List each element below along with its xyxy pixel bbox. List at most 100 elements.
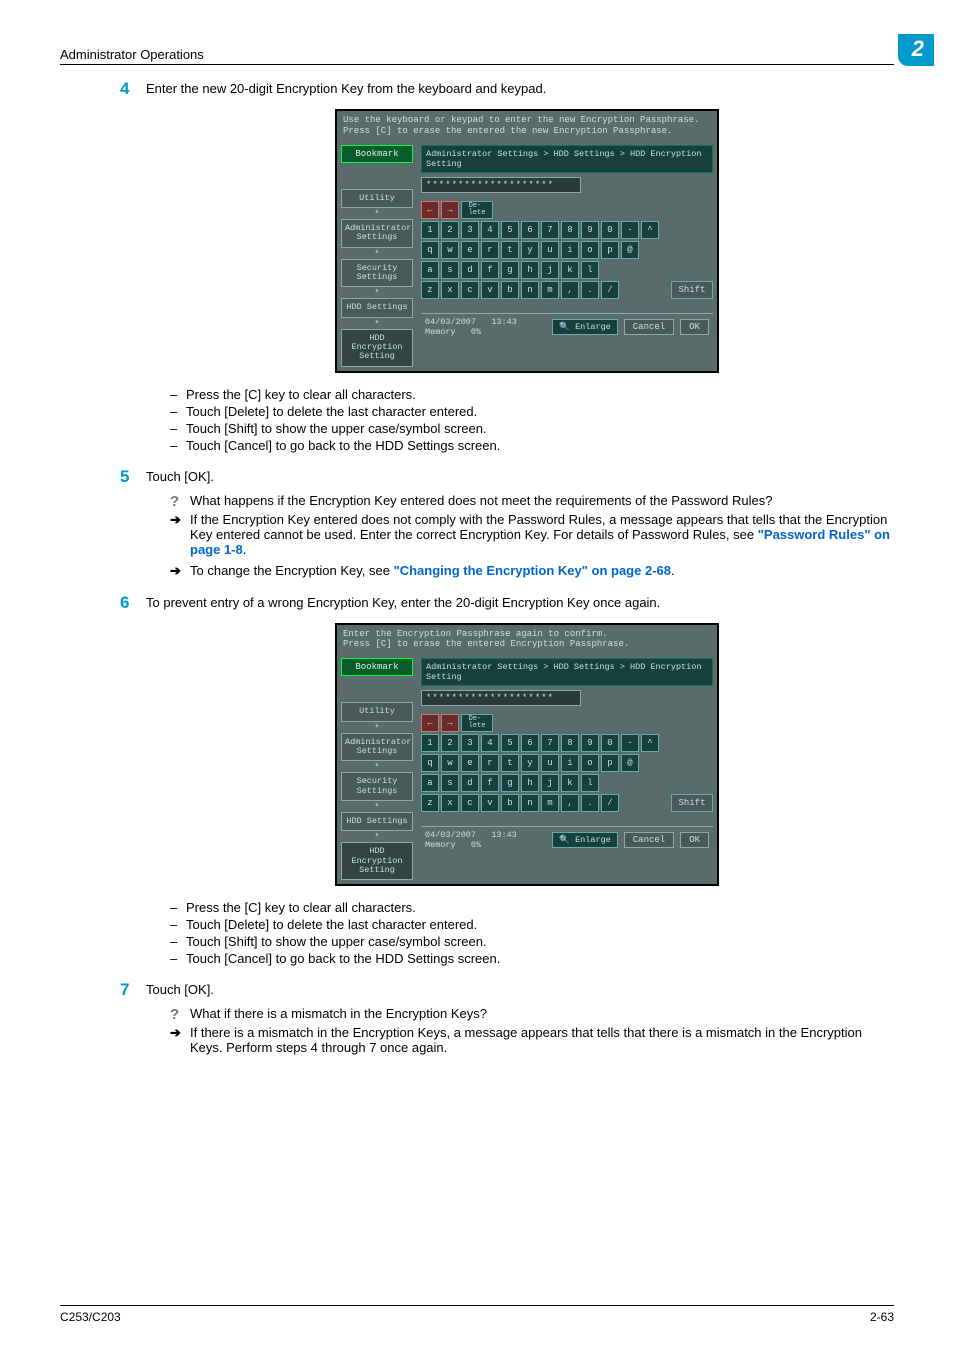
key-s[interactable]: s [441,261,459,279]
key-/[interactable]: / [601,794,619,812]
key-g[interactable]: g [501,774,519,792]
key-1[interactable]: 1 [421,734,439,752]
sidebar-hdd-encryption[interactable]: HDD Encryption Setting [341,329,413,367]
key-0[interactable]: 0 [601,734,619,752]
key-s[interactable]: s [441,774,459,792]
sidebar-hdd-settings[interactable]: HDD Settings [341,812,413,831]
key-r[interactable]: r [481,241,499,259]
key-3[interactable]: 3 [461,734,479,752]
key-q[interactable]: q [421,241,439,259]
arrow-right-key[interactable]: → [441,201,459,219]
key-d[interactable]: d [461,261,479,279]
changing-encryption-key-link[interactable]: "Changing the Encryption Key" on page 2-… [394,563,671,578]
key-l[interactable]: l [581,261,599,279]
key-^[interactable]: ^ [641,221,659,239]
passphrase-confirm-input[interactable]: ******************** [421,690,581,706]
sidebar-hdd-settings[interactable]: HDD Settings [341,298,413,317]
key-h[interactable]: h [521,261,539,279]
key-9[interactable]: 9 [581,221,599,239]
key-p[interactable]: p [601,241,619,259]
key-@[interactable]: @ [621,754,639,772]
key-1[interactable]: 1 [421,221,439,239]
arrow-left-key[interactable]: ← [421,714,439,732]
key-e[interactable]: e [461,754,479,772]
shift-key[interactable]: Shift [671,281,713,299]
key-3[interactable]: 3 [461,221,479,239]
key-y[interactable]: y [521,754,539,772]
cancel-button[interactable]: Cancel [624,832,674,848]
key-t[interactable]: t [501,754,519,772]
key-2[interactable]: 2 [441,734,459,752]
key-y[interactable]: y [521,241,539,259]
key-7[interactable]: 7 [541,221,559,239]
key-b[interactable]: b [501,794,519,812]
key-d[interactable]: d [461,774,479,792]
key-q[interactable]: q [421,754,439,772]
key-j[interactable]: j [541,261,559,279]
key-m[interactable]: m [541,281,559,299]
key-z[interactable]: z [421,794,439,812]
sidebar-utility[interactable]: Utility [341,189,413,208]
sidebar-hdd-encryption[interactable]: HDD Encryption Setting [341,842,413,880]
key-5[interactable]: 5 [501,221,519,239]
key-h[interactable]: h [521,774,539,792]
key-x[interactable]: x [441,281,459,299]
key-k[interactable]: k [561,261,579,279]
key-a[interactable]: a [421,774,439,792]
delete-key[interactable]: De- lete [461,714,493,732]
key-e[interactable]: e [461,241,479,259]
key-,[interactable]: , [561,281,579,299]
delete-key[interactable]: De- lete [461,201,493,219]
sidebar-admin-settings[interactable]: Administrator Settings [341,733,413,762]
key-8[interactable]: 8 [561,734,579,752]
key-o[interactable]: o [581,754,599,772]
key-m[interactable]: m [541,794,559,812]
key-o[interactable]: o [581,241,599,259]
key-w[interactable]: w [441,241,459,259]
key-/[interactable]: / [601,281,619,299]
sidebar-utility[interactable]: Utility [341,702,413,721]
key-l[interactable]: l [581,774,599,792]
shift-key[interactable]: Shift [671,794,713,812]
key-f[interactable]: f [481,261,499,279]
sidebar-admin-settings[interactable]: Administrator Settings [341,219,413,248]
key-,[interactable]: , [561,794,579,812]
ok-button[interactable]: OK [680,832,709,848]
key-@[interactable]: @ [621,241,639,259]
key-8[interactable]: 8 [561,221,579,239]
key-t[interactable]: t [501,241,519,259]
enlarge-button[interactable]: 🔍 Enlarge [552,319,617,335]
bookmark-button[interactable]: Bookmark [341,145,413,163]
key-4[interactable]: 4 [481,221,499,239]
bookmark-button[interactable]: Bookmark [341,658,413,676]
key-x[interactable]: x [441,794,459,812]
arrow-right-key[interactable]: → [441,714,459,732]
ok-button[interactable]: OK [680,319,709,335]
key-i[interactable]: i [561,241,579,259]
key-0[interactable]: 0 [601,221,619,239]
key-u[interactable]: u [541,754,559,772]
key-5[interactable]: 5 [501,734,519,752]
key--[interactable]: - [621,221,639,239]
cancel-button[interactable]: Cancel [624,319,674,335]
key-.[interactable]: . [581,281,599,299]
key-f[interactable]: f [481,774,499,792]
key-p[interactable]: p [601,754,619,772]
key-u[interactable]: u [541,241,559,259]
key-v[interactable]: v [481,281,499,299]
key--[interactable]: - [621,734,639,752]
key-.[interactable]: . [581,794,599,812]
key-c[interactable]: c [461,794,479,812]
key-6[interactable]: 6 [521,221,539,239]
key-n[interactable]: n [521,281,539,299]
key-i[interactable]: i [561,754,579,772]
key-w[interactable]: w [441,754,459,772]
key-b[interactable]: b [501,281,519,299]
key-j[interactable]: j [541,774,559,792]
key-7[interactable]: 7 [541,734,559,752]
passphrase-input[interactable]: ******************** [421,177,581,193]
key-g[interactable]: g [501,261,519,279]
key-2[interactable]: 2 [441,221,459,239]
key-k[interactable]: k [561,774,579,792]
key-n[interactable]: n [521,794,539,812]
